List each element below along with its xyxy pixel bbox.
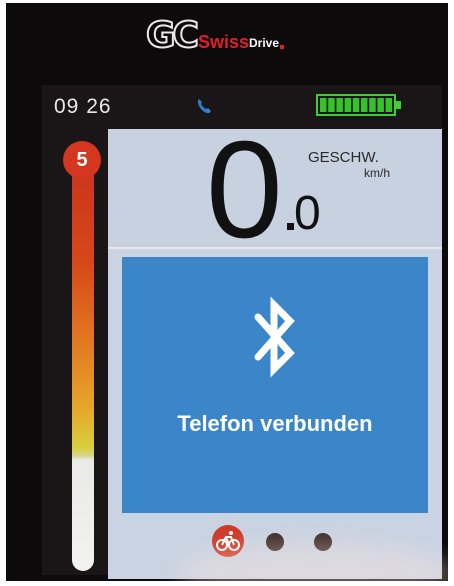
- bluetooth-icon: [254, 296, 295, 378]
- main-panel: 0 0 GESCHW. km/h Telefon verbunden: [108, 121, 442, 579]
- battery-cell: [320, 98, 327, 112]
- speed-unit: km/h: [364, 166, 391, 180]
- battery-cell: [385, 98, 393, 112]
- battery-cell: [361, 98, 368, 112]
- speed-decimal: 0: [294, 187, 321, 240]
- brand-mark: GC: [145, 15, 200, 56]
- battery-icon: [316, 94, 401, 116]
- bluetooth-notification[interactable]: Telefon verbunden: [122, 257, 428, 513]
- battery-cell: [344, 98, 352, 112]
- brand-drive: Drive: [249, 36, 280, 50]
- notification-message: Telefon verbunden: [177, 411, 373, 436]
- battery-cells: [320, 98, 393, 112]
- battery-cell: [369, 98, 376, 112]
- assist-level-badge: 5: [63, 141, 101, 179]
- brand-logo: GC Swiss Drive: [145, 15, 285, 56]
- battery-cell: [336, 98, 343, 112]
- assist-level-bar: [72, 159, 94, 571]
- speed-area: 0 0 GESCHW. km/h: [108, 121, 442, 259]
- speed-integer: 0: [206, 113, 283, 267]
- brand-dot: [280, 45, 285, 49]
- device-photo: GC Swiss Drive 09 26 5 0 0 GESCHW. km/h …: [6, 3, 448, 581]
- battery-cell: [352, 98, 360, 112]
- clock: 09 26: [54, 95, 112, 118]
- brand-swiss: Swiss: [197, 32, 249, 52]
- battery-cell: [328, 98, 335, 112]
- decimal-point: [287, 223, 294, 230]
- speed-label: GESCHW.: [308, 149, 379, 166]
- battery-cell: [377, 98, 384, 112]
